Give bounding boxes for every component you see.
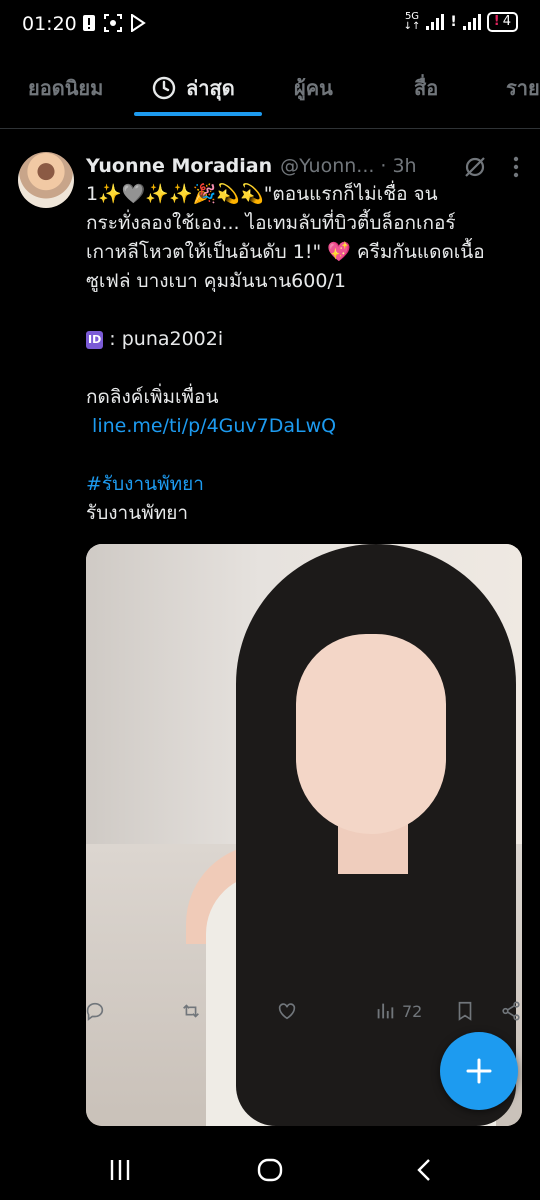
alert-icon [82,14,96,36]
views-button[interactable]: 72 [374,1000,422,1022]
hashtag[interactable]: #รับงานพัทยา [86,470,526,499]
tweet-body: 1✨🩶✨✨🎉💫💫"ตอนแรกก็ไม่เชื่อ จน กระทั่งลองใ… [86,180,526,528]
more-options-icon[interactable] [504,154,528,180]
view-count: 72 [402,1001,423,1021]
tag-text: รับงานพัทยา [86,502,189,524]
play-store-icon [130,13,146,36]
reply-icon [86,1002,104,1021]
like-button[interactable] [276,1000,298,1022]
tab-media-label: สื่อ [414,76,439,100]
tweet-text-line: เกาหลีโหวตให้เป็นอันดับ 1!" 💖 ครีมกันแดด… [86,241,485,263]
status-bar: 01:20 5G ↓↑ ! ! 4 [0,0,540,50]
recent-apps-button[interactable] [100,1154,140,1186]
system-nav-bar [0,1140,540,1200]
views-icon [377,1003,394,1019]
id-text: : puna2002i [109,328,224,350]
home-button[interactable] [250,1154,290,1186]
status-right: 5G ↓↑ ! ! 4 [404,12,518,32]
divider [0,128,540,129]
id-line: ID : puna2002i [86,325,526,354]
search-tabs: ยอดนิยม ล่าสุด ผู้คน สื่อ ราย [0,60,540,116]
tweet-header: Yuonne Moradian @Yuonn... · 3h [86,152,526,180]
separator: · [380,155,387,177]
share-button[interactable] [500,1000,522,1022]
tweet-actions: 72 [80,1000,530,1034]
notification-icons [82,13,146,36]
signal-icon-2 [462,14,481,30]
share-icon [502,1001,520,1021]
back-icon [417,1159,430,1181]
tab-lists-label: ราย [506,76,540,100]
tab-media[interactable]: สื่อ [414,60,438,116]
battery-icon: ! 4 [486,12,518,32]
bookmark-button[interactable] [454,1000,476,1022]
tab-lists[interactable]: ราย [506,60,540,116]
back-button[interactable] [404,1154,444,1186]
repost-icon [183,1004,199,1018]
status-time: 01:20 [22,13,77,35]
tweet-text-line: 1✨🩶✨✨🎉💫💫"ตอนแรกก็ไม่เชื่อ จน [86,183,438,205]
heart-icon [278,1003,296,1020]
screenshot-icon [104,14,122,36]
id-badge-icon: ID [86,331,104,349]
tab-top-label: ยอดนิยม [28,76,104,100]
compose-button[interactable] [440,1032,518,1110]
home-icon [257,1158,283,1182]
tab-latest-label: ล่าสุด [186,76,235,100]
signal-alert-icon: ! [450,14,457,30]
link-line: line.me/ti/p/4Guv7DaLwQ [86,412,526,441]
display-name[interactable]: Yuonne Moradian [86,155,272,177]
bookmark-icon [458,1001,472,1021]
tweet-text-line: ซูเฟล่ บางเบา คุมมันนาน600/1 [86,270,346,292]
user-handle[interactable]: @Yuonn... [280,155,374,177]
tab-latest[interactable]: ล่าสุด [152,60,235,116]
grok-icon[interactable] [462,154,488,180]
active-tab-indicator [134,112,262,116]
signal-icon [426,14,445,30]
link-prompt: กดลิงค์เพิ่มเพื่อน [86,386,219,408]
recent-apps-icon [110,1160,130,1180]
line-link[interactable]: line.me/ti/p/4Guv7DaLwQ [92,415,336,437]
tweet-time[interactable]: 3h [392,155,416,177]
avatar[interactable] [18,152,74,208]
clock-icon [152,76,176,100]
reply-button[interactable] [84,1000,106,1022]
tab-top[interactable]: ยอดนิยม [28,60,103,116]
tab-people-label: ผู้คน [294,76,333,100]
tab-people[interactable]: ผู้คน [294,60,333,116]
network-indicator: 5G ↓↑ [403,11,421,32]
repost-button[interactable] [180,1000,202,1022]
plus-icon [466,1058,492,1084]
tweet-text-line: กระทั่งลองใช้เอง... ไอเทมลับที่บิวตี้บล็… [86,212,456,234]
